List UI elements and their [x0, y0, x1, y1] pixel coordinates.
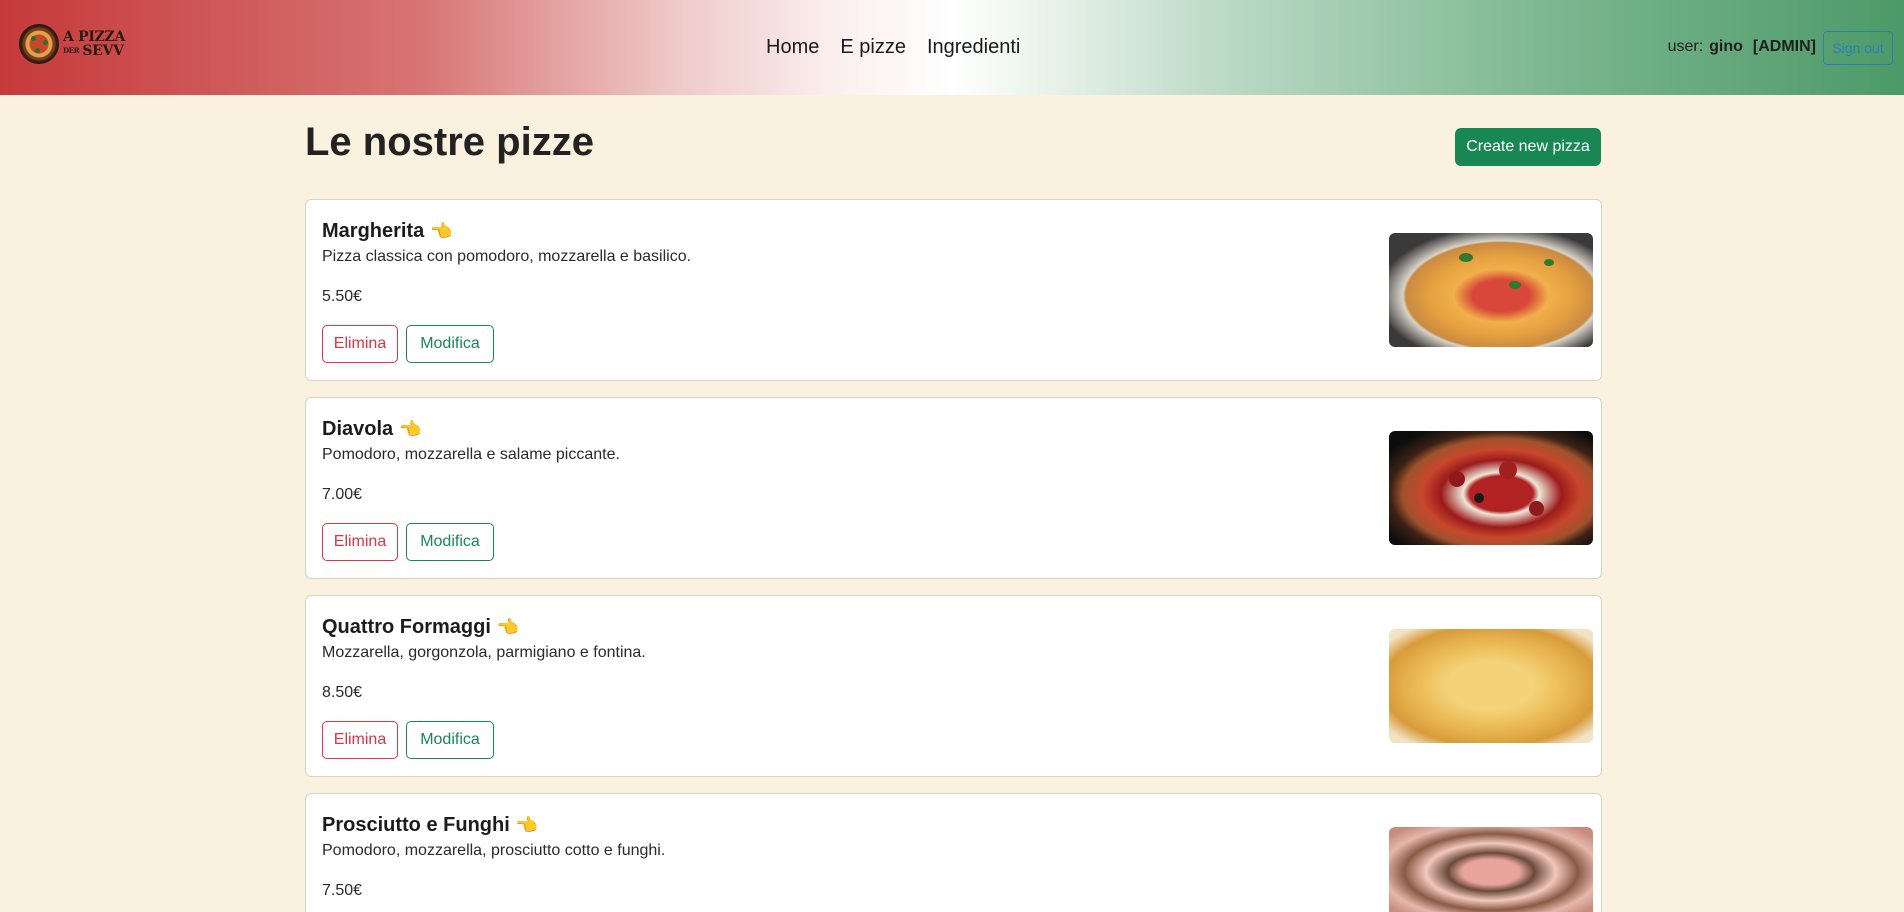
- edit-button[interactable]: Modifica: [406, 721, 494, 759]
- pizza-title[interactable]: Quattro Formaggi 👈: [322, 616, 519, 639]
- pizza-description: Mozzarella, gorgonzola, parmigiano e fon…: [322, 644, 646, 661]
- pizza-price: 7.50€: [322, 882, 363, 899]
- pizza-image: [1389, 827, 1593, 912]
- edit-button[interactable]: Modifica: [406, 523, 494, 561]
- pizza-description: Pizza classica con pomodoro, mozzarella …: [322, 248, 692, 265]
- pizza-image: [1389, 431, 1593, 545]
- pizza-name[interactable]: Quattro Formaggi: [322, 616, 491, 639]
- pizza-card: Margherita 👈 Pizza classica con pomodoro…: [305, 199, 1602, 381]
- pointing-hand-icon: 👈: [496, 617, 520, 637]
- main-nav: Home E pizze Ingredienti: [766, 36, 1020, 59]
- pointing-hand-icon: 👈: [430, 221, 453, 241]
- delete-button[interactable]: Elimina: [322, 721, 398, 759]
- nav-pizze[interactable]: E pizze: [840, 36, 906, 59]
- pizza-description: Pomodoro, mozzarella e salame piccante.: [322, 446, 620, 463]
- delete-button[interactable]: Elimina: [322, 523, 398, 561]
- pizza-image: [1389, 629, 1593, 743]
- username: gino: [1709, 38, 1743, 55]
- pizza-title[interactable]: Prosciutto e Funghi 👈: [322, 814, 538, 837]
- pizza-name[interactable]: Margherita: [322, 220, 424, 243]
- edit-button[interactable]: Modifica: [406, 325, 494, 363]
- pizza-title[interactable]: Diavola 👈: [322, 418, 422, 441]
- brand-text: A PIZZA DER SEVV: [63, 30, 125, 58]
- user-info: user: gino [ADMIN]: [1668, 38, 1816, 56]
- pointing-hand-icon: 👈: [399, 419, 422, 439]
- brand-line2-small: DER: [63, 46, 80, 55]
- pointing-hand-icon: 👈: [515, 815, 539, 835]
- pizza-image: [1389, 233, 1593, 347]
- user-role: [ADMIN]: [1752, 38, 1816, 55]
- top-navbar: A PIZZA DER SEVV Home E pizze Ingredienti…: [0, 0, 1904, 95]
- pizza-price: 5.50€: [322, 288, 363, 305]
- pizza-logo-icon: [19, 24, 59, 64]
- user-prefix: user:: [1667, 38, 1704, 55]
- pizza-card: Quattro Formaggi 👈 Mozzarella, gorgonzol…: [305, 595, 1602, 777]
- create-pizza-button[interactable]: Create new pizza: [1455, 128, 1601, 166]
- pizza-card: Diavola 👈 Pomodoro, mozzarella e salame …: [305, 397, 1602, 579]
- nav-ingredienti[interactable]: Ingredienti: [927, 36, 1020, 59]
- brand-line2-big: SEVV: [82, 43, 124, 59]
- pizza-title[interactable]: Margherita 👈: [322, 220, 453, 243]
- nav-home[interactable]: Home: [766, 36, 819, 59]
- pizza-name[interactable]: Diavola: [322, 418, 393, 441]
- page-title: Le nostre pizze: [305, 120, 594, 164]
- delete-button[interactable]: Elimina: [322, 325, 398, 363]
- sign-out-button[interactable]: Sign out: [1823, 31, 1893, 65]
- pizza-name[interactable]: Prosciutto e Funghi: [322, 814, 510, 837]
- brand-line1: A PIZZA: [63, 29, 126, 45]
- brand-logo[interactable]: A PIZZA DER SEVV: [19, 24, 125, 64]
- pizza-price: 7.00€: [322, 486, 363, 503]
- pizza-description: Pomodoro, mozzarella, prosciutto cotto e…: [322, 842, 666, 859]
- pizza-price: 8.50€: [322, 684, 363, 701]
- pizza-card: Prosciutto e Funghi 👈 Pomodoro, mozzarel…: [305, 793, 1602, 912]
